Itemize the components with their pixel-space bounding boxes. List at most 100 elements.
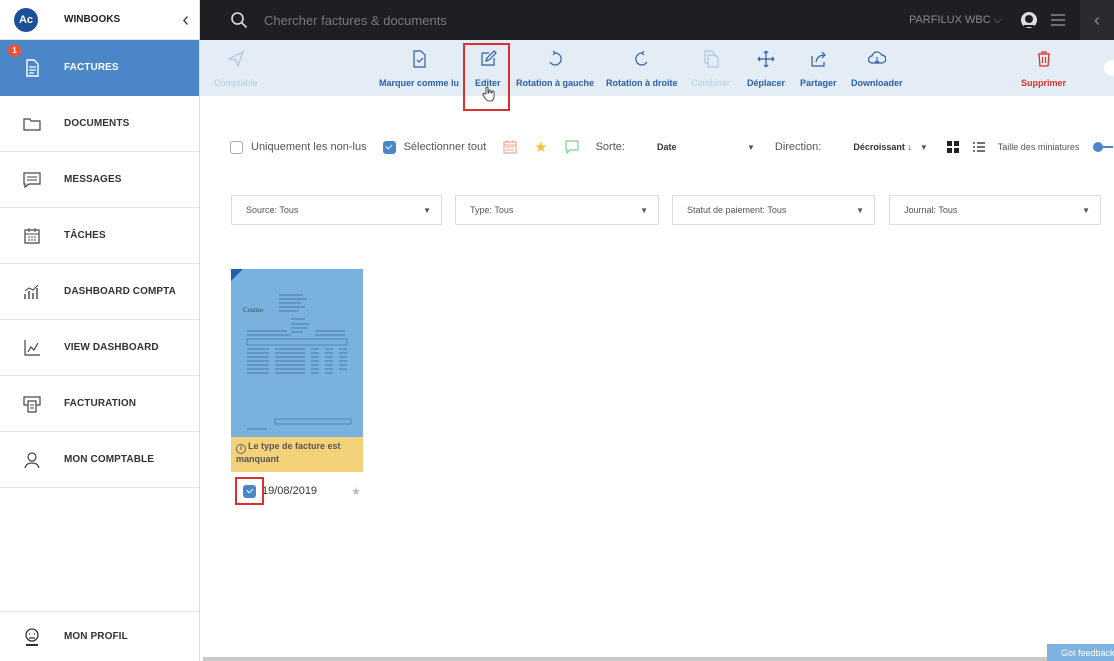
search-input[interactable] [264, 12, 664, 28]
profile-label: MON PROFIL [64, 631, 128, 642]
calendar-filter-icon[interactable] [502, 139, 518, 155]
star-icon[interactable]: ★ [351, 485, 361, 498]
sidebar-item-mon-profil[interactable]: MON PROFIL [0, 611, 200, 661]
type-filter-value: Type: Tous [470, 205, 514, 215]
list-view-icon[interactable] [972, 140, 986, 154]
mark-as-read-label: Marquer comme lu [379, 78, 460, 88]
direction-caret-icon[interactable]: ▼ [920, 143, 928, 152]
app-name: WINBOOKS [64, 14, 121, 25]
source-filter-value: Source: Tous [246, 205, 299, 215]
journal-filter[interactable]: Journal: Tous ▼ [889, 195, 1101, 225]
sidebar-item-label: MON COMPTABLE [64, 454, 154, 465]
sidebar-item-documents[interactable]: DOCUMENTS [0, 96, 199, 152]
chevron-down-icon: ▼ [1082, 205, 1090, 215]
move-icon [757, 50, 775, 68]
sidebar-item-label: TÂCHES [64, 230, 106, 241]
sidebar-item-label: FACTURATION [64, 398, 137, 409]
type-filter[interactable]: Type: Tous ▼ [455, 195, 659, 225]
svg-text:Cosmo: Cosmo [243, 306, 263, 314]
grid-view-icon[interactable] [946, 140, 960, 154]
sidebar-item-label: VIEW DASHBOARD [64, 342, 159, 353]
combine-button[interactable]: Combiner [691, 40, 730, 96]
sidebar-item-label: DOCUMENTS [64, 118, 130, 129]
horizontal-scrollbar[interactable] [203, 657, 1048, 661]
message-icon [0, 170, 64, 190]
chevron-down-icon: ▼ [423, 205, 431, 215]
share-icon [811, 51, 827, 67]
collapse-sidebar-icon[interactable]: ‹ [182, 10, 189, 30]
action-toolbar: Comptable Marquer comme lu Editer Rotati… [200, 40, 1114, 96]
rotate-right-icon [634, 50, 648, 66]
card-corner-marker [231, 269, 243, 281]
profile-avatar-icon [0, 627, 64, 647]
select-all-label: Sélectionner tout [403, 141, 487, 153]
hand-cursor-icon [482, 86, 495, 102]
rotate-right-button[interactable]: Rotation à droite [606, 40, 678, 96]
user-avatar-icon[interactable] [1020, 11, 1038, 29]
share-button[interactable]: Partager [800, 40, 837, 96]
sidebar-item-taches[interactable]: TÂCHES [0, 208, 199, 264]
bar-chart-icon [0, 282, 64, 302]
payment-status-filter[interactable]: Statut de paiement: Tous ▼ [672, 195, 875, 225]
sidebar-item-dashboard-compta[interactable]: DASHBOARD COMPTA [0, 264, 199, 320]
sort-caret-icon[interactable]: ▼ [747, 143, 755, 152]
sort-select[interactable]: Date [657, 142, 747, 152]
feedback-button[interactable]: Got feedback [1047, 644, 1114, 661]
document-date: 19/08/2019 [262, 485, 318, 497]
comptable-label: Comptable [214, 78, 258, 88]
sidebar-item-facturation[interactable]: FACTURATION [0, 376, 199, 432]
sort-label: Sorte: [595, 141, 625, 153]
sidebar-item-messages[interactable]: MESSAGES [0, 152, 199, 208]
checkbox-highlight [235, 477, 264, 505]
account-selector[interactable]: PARFILUX WBC ⌵ [909, 14, 1002, 27]
sidebar-item-view-dashboard[interactable]: VIEW DASHBOARD [0, 320, 199, 376]
unread-only-checkbox[interactable] [230, 140, 243, 154]
chevron-down-icon: ▼ [640, 205, 648, 215]
favorite-filter-icon[interactable]: ★ [534, 138, 547, 156]
delete-button[interactable]: Supprimer [1021, 40, 1066, 96]
cloud-download-icon [867, 51, 886, 64]
view-options: Uniquement les non-lus Sélectionner tout… [230, 136, 1114, 158]
hamburger-menu-icon[interactable] [1050, 13, 1066, 27]
combine-icon [703, 50, 719, 68]
collapse-panel-icon[interactable]: ‹ [1080, 0, 1114, 40]
chevron-down-icon: ⌵ [993, 13, 1002, 26]
document-check-icon [413, 50, 426, 68]
select-all-checkbox[interactable] [382, 140, 396, 154]
move-label: Déplacer [747, 78, 786, 88]
sidebar-item-factures[interactable]: 1 FACTURES [0, 40, 199, 96]
folder-icon [0, 114, 64, 134]
combine-label: Combiner [691, 78, 731, 88]
account-name: PARFILUX WBC [908, 14, 991, 26]
rotate-left-icon [549, 50, 562, 66]
download-button[interactable]: Downloader [851, 40, 903, 96]
comment-filter-icon[interactable] [564, 139, 580, 155]
rotate-right-label: Rotation à droite [606, 78, 678, 88]
document-card[interactable]: Cosmo i Le type de facture est manquant [231, 269, 363, 472]
rotate-left-button[interactable]: Rotation à gauche [516, 40, 594, 96]
notification-badge: 1 [8, 44, 21, 57]
line-chart-icon [0, 338, 64, 358]
toolbar-toggle[interactable] [1104, 60, 1114, 76]
source-filter[interactable]: Source: Tous ▼ [231, 195, 442, 225]
billing-icon [0, 394, 64, 414]
journal-filter-value: Journal: Tous [904, 205, 958, 215]
calendar-icon [0, 226, 64, 246]
comptable-button[interactable]: Comptable [214, 40, 258, 96]
sidebar-item-label: DASHBOARD COMPTA [64, 286, 176, 297]
search-icon[interactable] [230, 11, 248, 29]
direction-select[interactable]: Décroissant ↓ [853, 142, 912, 152]
send-icon [226, 50, 244, 68]
info-icon: i [236, 444, 246, 454]
share-label: Partager [800, 78, 837, 88]
top-bar: PARFILUX WBC ⌵ ‹ [200, 0, 1114, 40]
payment-status-value: Statut de paiement: Tous [687, 205, 787, 215]
document-thumbnail[interactable]: Cosmo [231, 269, 363, 437]
mark-as-read-button[interactable]: Marquer comme lu [379, 40, 459, 96]
invoice-icon [0, 58, 64, 78]
thumb-size-slider[interactable] [1093, 142, 1104, 152]
sidebar-item-mon-comptable[interactable]: MON COMPTABLE [0, 432, 199, 488]
direction-label: Direction: [774, 141, 822, 153]
rotate-left-label: Rotation à gauche [516, 78, 595, 88]
move-button[interactable]: Déplacer [747, 40, 785, 96]
